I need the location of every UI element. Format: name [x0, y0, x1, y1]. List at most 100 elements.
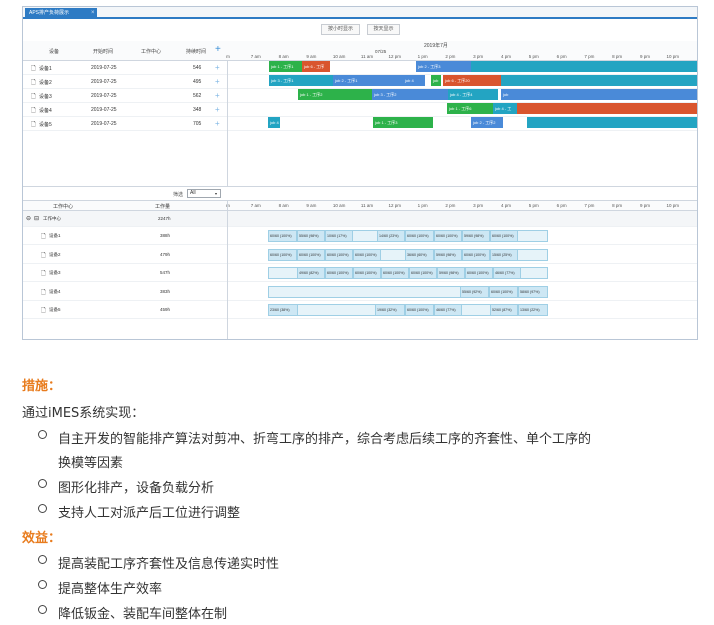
job-bar[interactable]: job 4 - 工: [493, 103, 517, 114]
load-cell[interactable]: 60/60 (100%): [268, 248, 297, 261]
load-cell[interactable]: 36/60 (60%): [405, 248, 434, 261]
load-cell[interactable]: 60/60 (100%): [489, 285, 518, 298]
job-bar[interactable]: job 6 - 工序: [302, 61, 330, 72]
show-by-hour-button[interactable]: 按小时显示: [321, 24, 360, 35]
load-cell[interactable]: 55/60 (98%): [297, 230, 325, 242]
job-bar[interactable]: job 3 - 工序2: [372, 89, 448, 100]
col-start[interactable]: 开始时间: [93, 48, 113, 55]
col-device[interactable]: 设备: [49, 48, 59, 55]
job-bar[interactable]: job 2 - 工序2: [471, 117, 503, 128]
job-bar[interactable]: job 4: [268, 117, 280, 128]
show-by-day-button[interactable]: 按天显示: [367, 24, 400, 35]
job-bar[interactable]: [471, 61, 697, 72]
add-icon[interactable]: +: [215, 77, 220, 86]
column-divider[interactable]: [227, 61, 228, 186]
table-row[interactable]: 🗋 设备4 383h 55/60 (92%) 60/60 (100%) 58/60 (97…: [23, 283, 697, 301]
load-cell[interactable]: 60/60 (100%): [353, 267, 381, 279]
device-hours: 383h: [160, 288, 171, 294]
job-bar[interactable]: job 1 - 工序1: [269, 61, 302, 72]
job-bar[interactable]: job: [501, 89, 697, 100]
load-cell[interactable]: 60/60 (100%): [490, 230, 518, 242]
col-duration[interactable]: 持续时间: [186, 48, 206, 55]
load-cell[interactable]: 13/60 (22%): [518, 304, 548, 316]
job-bar[interactable]: job 2 - 工序1: [333, 75, 403, 86]
job-bar[interactable]: [501, 75, 697, 86]
job-bar[interactable]: job 3 - 工序1: [269, 75, 333, 86]
hour-label: 9 pm: [639, 54, 650, 59]
file-icon: 🗋: [31, 66, 36, 72]
hour-label: m: [226, 54, 230, 59]
load-cell[interactable]: 59/60 (98%): [462, 230, 490, 242]
load-cell[interactable]: 19/60 (32%): [375, 304, 405, 316]
col-workcenter[interactable]: 工作中心: [141, 48, 161, 55]
intro-text: 通过iMES系统实现：: [22, 406, 145, 421]
load-cell[interactable]: 46/60 (77%): [434, 304, 462, 316]
load-cell[interactable]: 46/60 (77%): [493, 267, 521, 279]
load-cell[interactable]: 60/60 (100%): [381, 267, 409, 279]
table-row[interactable]: 🗋 设备1 388h 60/60 (100%) 55/60 (98%) 10/60 (17…: [23, 227, 697, 245]
load-cell[interactable]: 60/60 (100%): [268, 230, 297, 242]
job-bar[interactable]: job 1 - 工序2: [298, 89, 372, 100]
group-hours: 2247h: [158, 216, 171, 221]
table-row[interactable]: 🗋 设备5 2019-07-25 705 + job 4 job 1 - 工序3…: [23, 117, 697, 131]
hour-label: 2 pm: [445, 54, 456, 59]
duration: 705: [193, 121, 202, 127]
group-row[interactable]: ⊖ ⊟ 工作中心 2247h: [23, 211, 697, 227]
load-cell[interactable]: 60/60 (100%): [325, 248, 353, 261]
col-workcenter[interactable]: 工作中心: [53, 203, 73, 210]
collapse-icon[interactable]: ⊖: [26, 215, 31, 222]
load-cell[interactable]: 60/60 (100%): [325, 267, 353, 279]
job-bar[interactable]: job: [431, 75, 441, 86]
file-icon: 🗋: [41, 289, 46, 296]
job-bar[interactable]: job 4 - 工序4: [448, 89, 498, 100]
job-bar[interactable]: job 1 - 工序6: [447, 103, 493, 114]
bullet-icon: [38, 504, 47, 513]
device-name: 设备1: [49, 233, 61, 238]
job-bar[interactable]: job 2 - 工序3: [416, 61, 471, 72]
load-cell[interactable]: 52/60 (87%): [490, 304, 518, 316]
table-row[interactable]: 🗋 设备2 479h 60/60 (100%) 60/60 (100%) 60/60 (1…: [23, 246, 697, 264]
load-cell[interactable]: 58/60 (97%): [518, 285, 548, 298]
load-cell[interactable]: 59/60 (98%): [437, 267, 465, 279]
load-cell[interactable]: 60/60 (100%): [405, 304, 434, 316]
job-bar[interactable]: job 1 - 工序3: [373, 117, 433, 128]
load-cell[interactable]: 49/60 (82%): [297, 267, 325, 279]
load-cell[interactable]: 60/60 (100%): [405, 230, 434, 242]
table-row[interactable]: 🗋 设备2 2019-07-25 495 + job 3 - 工序1 job 2…: [23, 75, 697, 89]
close-icon[interactable]: ×: [91, 8, 95, 19]
load-cell[interactable]: 55/60 (92%): [460, 285, 489, 298]
job-bar[interactable]: [527, 117, 697, 128]
load-cell[interactable]: 10/60 (17%): [325, 230, 353, 242]
load-cell[interactable]: 60/60 (100%): [465, 267, 493, 279]
job-bar[interactable]: [517, 103, 697, 114]
file-icon: 🗋: [41, 234, 46, 240]
tab-aps-load[interactable]: APS排产负荷展示 ×: [25, 8, 97, 19]
load-cell[interactable]: 60/60 (100%): [297, 248, 325, 261]
table-row[interactable]: 🗋 设备3 2019-07-25 562 + job 1 - 工序2 job 3…: [23, 89, 697, 103]
file-icon: 🗋: [41, 252, 46, 259]
load-cell[interactable]: 59/60 (98%): [434, 248, 462, 261]
load-cell[interactable]: 60/60 (100%): [409, 267, 437, 279]
bullet-icon: [38, 605, 47, 614]
load-cell[interactable]: 14/60 (23%): [377, 230, 405, 242]
load-cell[interactable]: 60/60 (100%): [353, 248, 381, 261]
col-workload[interactable]: 工作量: [155, 203, 170, 210]
add-icon[interactable]: +: [215, 63, 220, 72]
filter-select[interactable]: All ▾: [187, 189, 221, 198]
add-icon[interactable]: +: [215, 119, 220, 128]
table-row[interactable]: 🗋 设备4 2019-07-25 348 + job 1 - 工序6 job 4…: [23, 103, 697, 117]
hour-label: 10 am: [332, 54, 346, 59]
job-bar[interactable]: job 6 - 工序20: [443, 75, 501, 86]
add-icon[interactable]: +: [215, 91, 220, 100]
table-row[interactable]: 🗋 设备1 2019-07-25 546 + job 1 - 工序1 job 6…: [23, 61, 697, 75]
load-cell[interactable]: 15/60 (25%): [490, 248, 518, 261]
job-bar[interactable]: job 4: [403, 75, 425, 86]
table-row[interactable]: 🗋 设备3 547h 49/60 (82%) 60/60 (100%) 60/60 (10…: [23, 264, 697, 282]
load-cell[interactable]: 23/60 (38%): [268, 304, 298, 316]
column-divider[interactable]: [227, 200, 228, 339]
add-icon[interactable]: +: [215, 105, 220, 114]
load-cell[interactable]: 60/60 (100%): [462, 248, 490, 261]
table-row[interactable]: 🗋 设备5 459h 23/60 (38%) 19/60 (32%) 60/60 (100…: [23, 301, 697, 319]
pane-splitter[interactable]: [23, 186, 697, 187]
load-cell[interactable]: 60/60 (100%): [434, 230, 462, 242]
